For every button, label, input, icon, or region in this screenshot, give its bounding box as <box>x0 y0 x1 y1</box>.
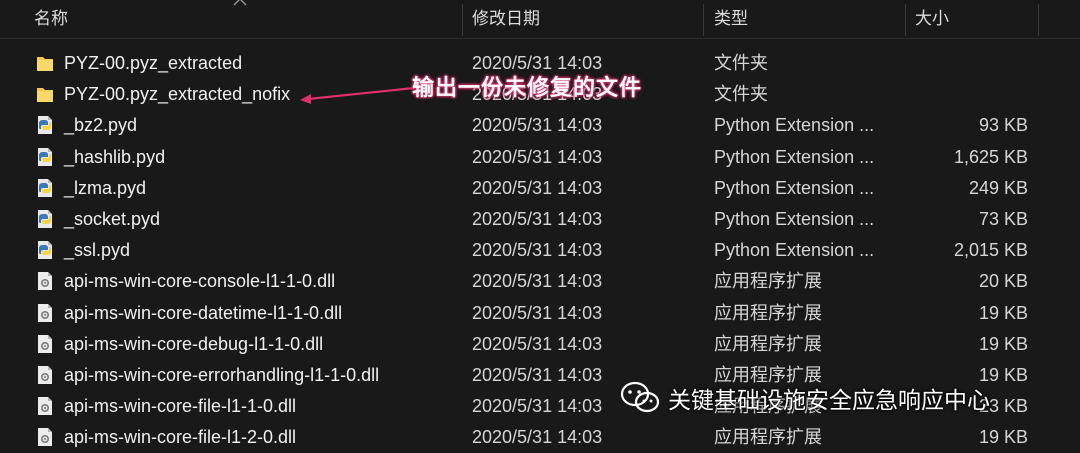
file-name: api-ms-win-core-file-l1-1-0.dll <box>64 396 297 417</box>
column-separator[interactable] <box>1038 4 1039 36</box>
watermark-text: 关键基础设施安全应急响应中心 <box>668 387 990 413</box>
file-size: 19 KB <box>978 333 1028 354</box>
file-row[interactable]: _bz2.pyd 2020/5/31 14:03 Python Extension … <box>0 110 1080 141</box>
file-name: _socket.pyd <box>64 208 161 229</box>
column-header-date-label: 修改日期 <box>472 9 540 28</box>
file-name: PYZ-00.pyz_extracted <box>64 53 243 73</box>
python-file-icon <box>36 115 54 135</box>
file-name: api-ms-win-core-file-l1-2-0.dll <box>64 427 297 448</box>
file-date: 2020/5/31 14:03 <box>472 302 603 323</box>
python-file-icon <box>36 178 54 198</box>
file-name: _lzma.pyd <box>64 177 147 198</box>
folder-icon <box>36 84 54 104</box>
file-size: 20 KB <box>978 271 1028 292</box>
python-file-icon <box>36 240 54 260</box>
column-header-row: 名称 修改日期 类型 大小 <box>0 0 1080 39</box>
dll-file-icon <box>36 427 54 447</box>
column-separator[interactable] <box>462 4 463 36</box>
file-size: 19 KB <box>978 427 1028 448</box>
dll-file-icon <box>36 271 54 291</box>
watermark: 关键基础设施安全应急响应中心 <box>620 378 990 418</box>
file-size: 19 KB <box>978 302 1028 323</box>
file-size: 249 KB <box>968 177 1028 198</box>
annotation-arrow <box>300 86 415 104</box>
file-size: 2,015 KB <box>953 240 1028 261</box>
file-type: Python Extension ... <box>714 208 875 229</box>
file-name: api-ms-win-core-console-l1-1-0.dll <box>64 271 336 292</box>
column-header-type[interactable]: 类型 <box>706 0 904 38</box>
column-header-name-label: 名称 <box>34 9 68 28</box>
column-header-size-label: 大小 <box>915 9 949 28</box>
file-row[interactable]: _lzma.pyd 2020/5/31 14:03 Python Extension… <box>0 173 1080 204</box>
folder-icon <box>36 53 54 73</box>
file-date: 2020/5/31 14:03 <box>472 427 603 448</box>
file-date: 2020/5/31 14:03 <box>472 333 603 354</box>
dll-file-icon <box>36 303 54 323</box>
file-type: Python Extension ... <box>714 177 875 198</box>
wechat-icon <box>620 381 660 413</box>
file-type: 文件夹 <box>714 84 768 105</box>
sort-ascending-icon <box>233 0 247 8</box>
file-type: Python Extension ... <box>714 240 875 261</box>
file-date: 2020/5/31 14:03 <box>472 208 603 229</box>
file-date: 2020/5/31 14:03 <box>472 271 603 292</box>
file-size: 93 KB <box>978 115 1028 136</box>
file-name: _bz2.pyd <box>64 115 138 136</box>
file-row[interactable]: _ssl.pyd 2020/5/31 14:03 Python Extension … <box>0 235 1080 266</box>
annotation-label: 输出一份未修复的文件 <box>412 75 643 100</box>
file-date: 2020/5/31 14:03 <box>472 146 603 167</box>
file-row[interactable]: api-ms-win-core-datetime-l1-1-0.dll 2020/… <box>0 298 1080 329</box>
file-name: api-ms-win-core-debug-l1-1-0.dll <box>64 333 324 354</box>
python-file-icon <box>36 209 54 229</box>
file-type: Python Extension ... <box>714 146 875 167</box>
file-name: PYZ-00.pyz_extracted_nofix <box>64 84 291 105</box>
file-type: 应用程序扩展 <box>714 427 822 448</box>
column-separator[interactable] <box>703 4 704 36</box>
file-type: 应用程序扩展 <box>714 333 822 354</box>
file-name: api-ms-win-core-errorhandling-l1-1-0.dll <box>64 364 380 385</box>
file-date: 2020/5/31 14:03 <box>472 364 603 385</box>
file-type: 应用程序扩展 <box>714 271 822 292</box>
file-type: 应用程序扩展 <box>714 302 822 323</box>
file-date: 2020/5/31 14:03 <box>472 177 603 198</box>
file-name: _ssl.pyd <box>64 240 131 261</box>
file-row[interactable]: api-ms-win-core-file-l1-2-0.dll 2020/5/31… <box>0 422 1080 453</box>
python-file-icon <box>36 147 54 167</box>
file-row[interactable]: _socket.pyd 2020/5/31 14:03 Python Extensi… <box>0 204 1080 235</box>
dll-file-icon <box>36 396 54 416</box>
file-row[interactable]: _hashlib.pyd 2020/5/31 14:03 Python Extens… <box>0 142 1080 173</box>
dll-file-icon <box>36 334 54 354</box>
column-header-type-label: 类型 <box>714 9 748 28</box>
file-size: 73 KB <box>978 208 1028 229</box>
file-type: Python Extension ... <box>714 115 875 136</box>
file-row[interactable]: api-ms-win-core-debug-l1-1-0.dll 2020/5/3… <box>0 329 1080 360</box>
column-header-size[interactable]: 大小 <box>907 0 1037 38</box>
column-header-date[interactable]: 修改日期 <box>464 0 702 38</box>
file-date: 2020/5/31 14:03 <box>472 240 603 261</box>
file-date: 2020/5/31 14:03 <box>472 396 603 417</box>
file-name: _hashlib.pyd <box>64 146 166 167</box>
file-size: 1,625 KB <box>953 146 1028 167</box>
file-type: 文件夹 <box>714 53 768 73</box>
file-name: api-ms-win-core-datetime-l1-1-0.dll <box>64 302 343 323</box>
file-row[interactable]: api-ms-win-core-console-l1-1-0.dll 2020/5… <box>0 266 1080 297</box>
file-date: 2020/5/31 14:03 <box>472 115 603 136</box>
dll-file-icon <box>36 365 54 385</box>
column-separator[interactable] <box>905 4 906 36</box>
